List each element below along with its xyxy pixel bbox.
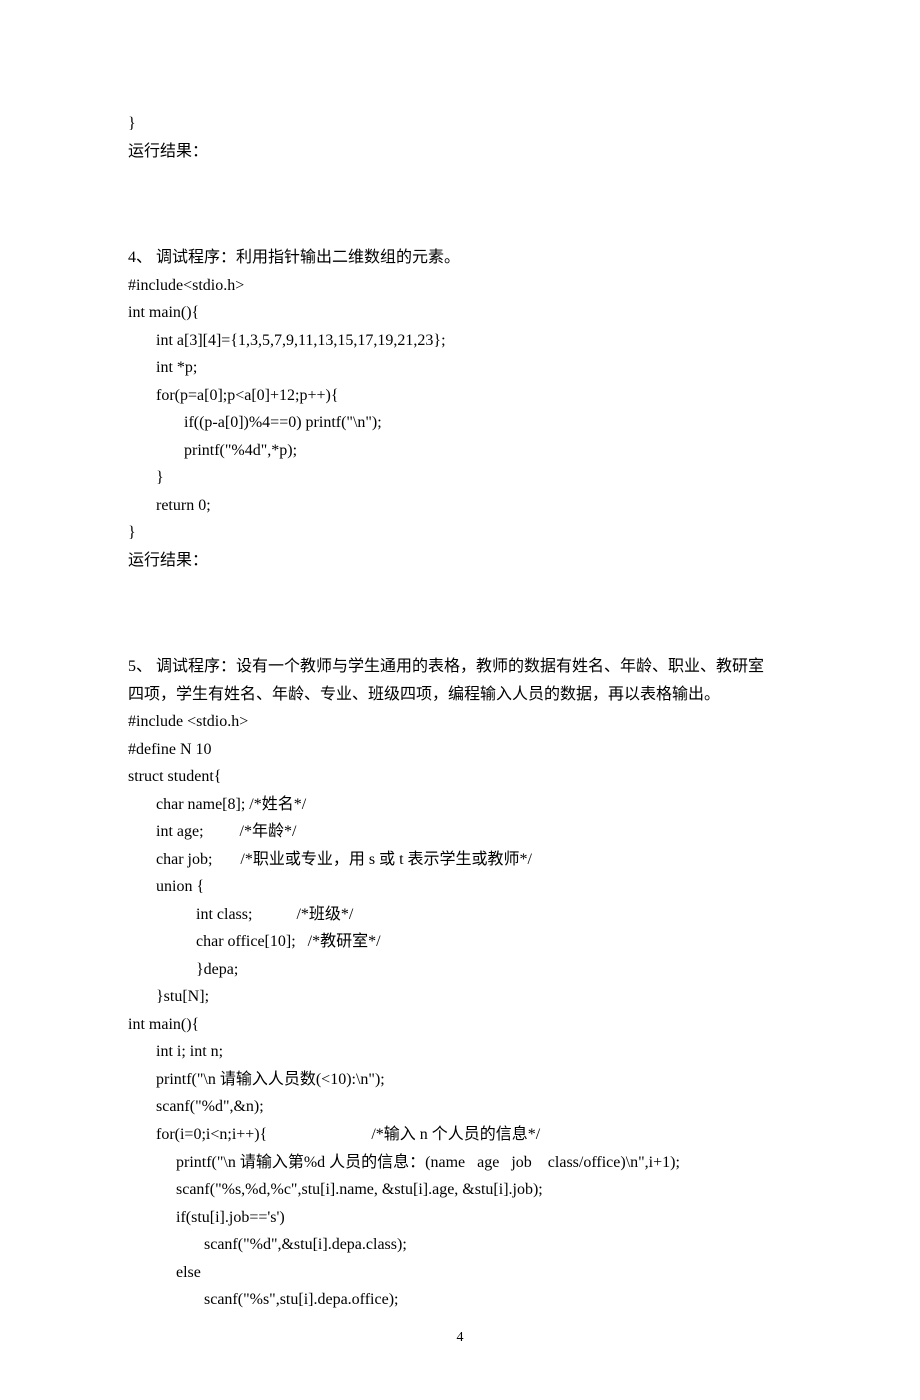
code-line: #include<stdio.h> [128,272,792,300]
code-line: int age; /*年龄*/ [128,818,792,846]
code-line: return 0; [128,492,792,520]
code-line: scanf("%s",stu[i].depa.office); [128,1286,792,1314]
code-line: int i; int n; [128,1038,792,1066]
code-line: printf("\n 请输入第%d 人员的信息：(name age job cl… [128,1149,792,1177]
code-line: } [128,519,792,547]
code-line: printf("%4d",*p); [128,437,792,465]
code-line: int a[3][4]={1,3,5,7,9,11,13,15,17,19,21… [128,327,792,355]
code-line: if(stu[i].job=='s') [128,1204,792,1232]
code-line: int *p; [128,354,792,382]
code-line: int main(){ [128,299,792,327]
text-line: 运行结果： [128,547,792,575]
spacer [128,574,792,653]
spacer [128,165,792,244]
code-line: for(i=0;i<n;i++){ /*输入 n 个人员的信息*/ [128,1121,792,1149]
code-line: else [128,1259,792,1287]
text-line: 运行结果： [128,138,792,166]
code-line: scanf("%d",&n); [128,1093,792,1121]
code-line: char office[10]; /*教研室*/ [128,928,792,956]
code-line: #include <stdio.h> [128,708,792,736]
code-line: for(p=a[0];p<a[0]+12;p++){ [128,382,792,410]
code-line: if((p-a[0])%4==0) printf("\n"); [128,409,792,437]
code-line: scanf("%d",&stu[i].depa.class); [128,1231,792,1259]
heading-line: 四项，学生有姓名、年龄、专业、班级四项，编程输入人员的数据，再以表格输出。 [128,681,792,709]
code-line: #define N 10 [128,736,792,764]
code-line: char job; /*职业或专业，用 s 或 t 表示学生或教师*/ [128,846,792,874]
code-line: } [128,464,792,492]
code-line: char name[8]; /*姓名*/ [128,791,792,819]
code-line: }depa; [128,956,792,984]
code-line: int main(){ [128,1011,792,1039]
heading-line: 4、 调试程序：利用指针输出二维数组的元素。 [128,244,792,272]
code-line: struct student{ [128,763,792,791]
code-line: int class; /*班级*/ [128,901,792,929]
code-line: } [128,110,792,138]
heading-line: 5、 调试程序：设有一个教师与学生通用的表格，教师的数据有姓名、年龄、职业、教研… [128,653,792,681]
code-line: printf("\n 请输入人员数(<10):\n"); [128,1066,792,1094]
code-line: }stu[N]; [128,983,792,1011]
document-page: } 运行结果： 4、 调试程序：利用指针输出二维数组的元素。 #include<… [0,0,920,1400]
page-number: 4 [128,1326,792,1350]
code-line: scanf("%s,%d,%c",stu[i].name, &stu[i].ag… [128,1176,792,1204]
code-line: union { [128,873,792,901]
